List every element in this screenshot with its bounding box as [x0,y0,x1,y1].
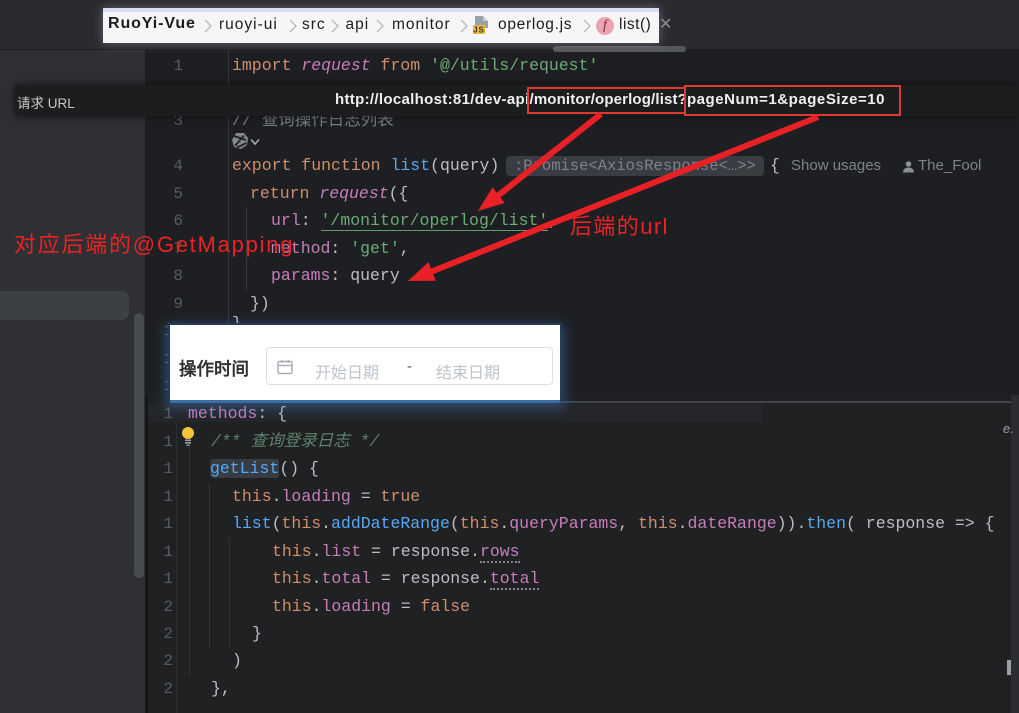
svg-text:JS: JS [473,26,485,35]
